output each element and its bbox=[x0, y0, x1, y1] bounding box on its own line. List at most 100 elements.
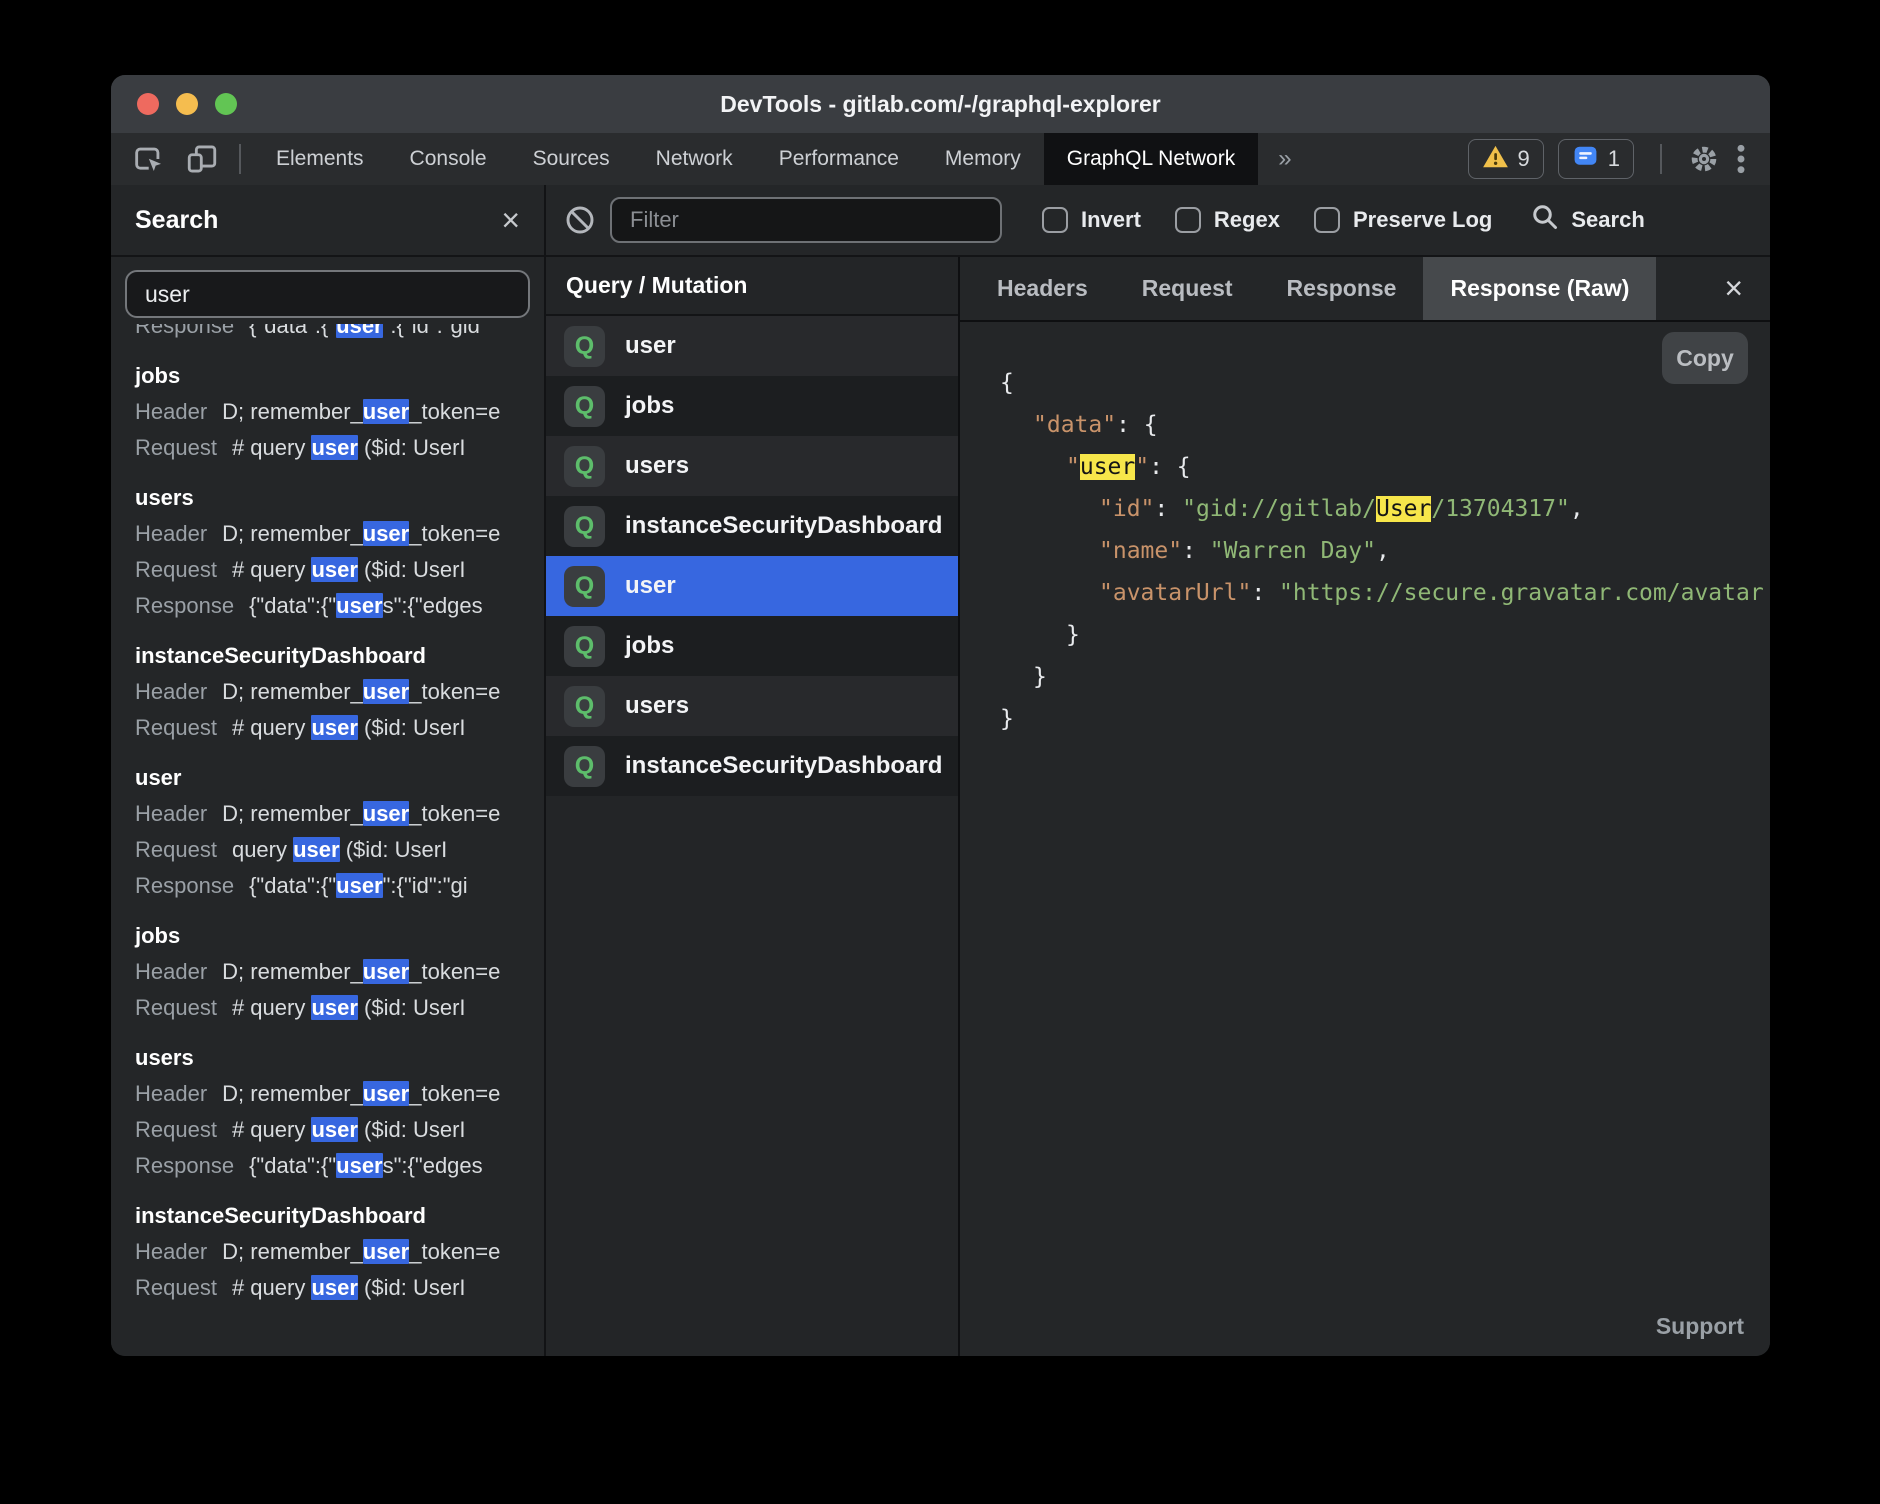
search-result-row[interactable]: HeaderD; remember_user_token=e bbox=[135, 1234, 520, 1270]
search-text-segment: s":{"edges bbox=[383, 593, 483, 618]
query-list-item[interactable]: Qusers bbox=[546, 676, 958, 736]
search-result-label: Header bbox=[135, 679, 207, 704]
query-mutation-header: Query / Mutation bbox=[546, 257, 958, 316]
copy-button[interactable]: Copy bbox=[1662, 332, 1748, 384]
response-tab-response[interactable]: Response bbox=[1260, 257, 1424, 320]
clear-log-icon[interactable] bbox=[564, 204, 596, 236]
tab-sources[interactable]: Sources bbox=[510, 133, 633, 185]
response-tab-response-raw[interactable]: Response (Raw) bbox=[1423, 257, 1656, 320]
search-result-section-title[interactable]: users bbox=[135, 480, 520, 516]
search-match-highlight: user bbox=[311, 995, 357, 1020]
kebab-menu-icon[interactable] bbox=[1734, 143, 1748, 175]
search-result-row[interactable]: HeaderD; remember_user_token=e bbox=[135, 1076, 520, 1112]
search-match-highlight: user bbox=[363, 1081, 409, 1106]
filter-search-button[interactable]: Search bbox=[1530, 202, 1644, 238]
tab-network[interactable]: Network bbox=[633, 133, 756, 185]
search-text-segment: D; remember_ bbox=[222, 1081, 363, 1106]
settings-gear-icon[interactable] bbox=[1688, 143, 1720, 175]
query-list: QuserQjobsQusersQinstanceSecurityDashboa… bbox=[546, 316, 958, 1356]
search-result-section-title[interactable]: instanceSecurityDashboard bbox=[135, 1198, 520, 1234]
search-result-row[interactable]: Response{"data":{"users":{"edges bbox=[135, 588, 520, 624]
search-icon bbox=[1530, 202, 1560, 238]
response-tab-request[interactable]: Request bbox=[1115, 257, 1260, 320]
filter-search-label: Search bbox=[1571, 207, 1644, 233]
search-result-section-title[interactable]: jobs bbox=[135, 918, 520, 954]
search-text-segment: D; remember_ bbox=[222, 1239, 363, 1264]
search-result-text: {"data":{"user":{"id":"gi bbox=[249, 873, 468, 898]
search-result-text: D; remember_user_token=e bbox=[222, 521, 500, 546]
search-result-row[interactable]: HeaderD; remember_user_token=e bbox=[135, 954, 520, 990]
message-icon bbox=[1572, 144, 1599, 174]
json-token: , bbox=[1570, 496, 1584, 522]
checkbox-regex[interactable] bbox=[1175, 207, 1201, 233]
search-result-row[interactable]: Request# query user ($id: UserI bbox=[135, 990, 520, 1026]
search-text-segment: ($id: UserI bbox=[340, 837, 448, 862]
search-result-label: Response bbox=[135, 593, 234, 618]
issues-badge[interactable]: 1 bbox=[1558, 139, 1634, 179]
search-result-section-title[interactable]: jobs bbox=[135, 358, 520, 394]
more-tabs-button[interactable]: » bbox=[1258, 133, 1311, 185]
query-list-item[interactable]: Qjobs bbox=[546, 376, 958, 436]
close-window-button[interactable] bbox=[137, 93, 159, 115]
response-panel-close-icon[interactable]: × bbox=[1697, 257, 1770, 320]
json-token: { bbox=[1000, 370, 1014, 396]
search-input[interactable] bbox=[125, 270, 530, 318]
json-line: "user": { bbox=[1000, 446, 1770, 488]
filter-option-invert[interactable]: Invert bbox=[1042, 207, 1141, 233]
search-result-section-title[interactable]: user bbox=[135, 760, 520, 796]
query-list-item[interactable]: Quser bbox=[546, 316, 958, 376]
filter-input[interactable] bbox=[610, 197, 1002, 243]
search-result-label: Header bbox=[135, 959, 207, 984]
query-list-item[interactable]: QinstanceSecurityDashboard bbox=[546, 496, 958, 556]
query-list-item[interactable]: Qjobs bbox=[546, 616, 958, 676]
tab-memory[interactable]: Memory bbox=[922, 133, 1044, 185]
device-toolbar-icon[interactable] bbox=[185, 142, 219, 176]
query-label: users bbox=[625, 452, 689, 480]
tab-graphql-network[interactable]: GraphQL Network bbox=[1044, 133, 1258, 185]
filter-checkboxes: Invert Regex Preserve Log bbox=[1042, 207, 1492, 233]
inspect-element-icon[interactable] bbox=[131, 142, 165, 176]
tab-elements[interactable]: Elements bbox=[253, 133, 387, 185]
search-result-section-title[interactable]: instanceSecurityDashboard bbox=[135, 638, 520, 674]
search-result-row[interactable]: HeaderD; remember_user_token=e bbox=[135, 674, 520, 710]
search-result-row[interactable]: Response{"data":{"user":{"id":"gid bbox=[135, 324, 520, 344]
search-text-segment: _token=e bbox=[409, 959, 500, 984]
query-list-item[interactable]: QinstanceSecurityDashboard bbox=[546, 736, 958, 796]
search-result-section-title[interactable]: users bbox=[135, 1040, 520, 1076]
tab-console[interactable]: Console bbox=[387, 133, 510, 185]
warning-icon bbox=[1482, 144, 1509, 175]
search-result-row[interactable]: Response{"data":{"user":{"id":"gi bbox=[135, 868, 520, 904]
issues-count: 1 bbox=[1608, 146, 1620, 172]
search-result-row[interactable]: HeaderD; remember_user_token=e bbox=[135, 394, 520, 430]
filter-option-regex[interactable]: Regex bbox=[1175, 207, 1280, 233]
search-text-segment: # query bbox=[232, 1275, 312, 1300]
search-result-row[interactable]: Requestquery user ($id: UserI bbox=[135, 832, 520, 868]
search-result-row[interactable]: Request# query user ($id: UserI bbox=[135, 552, 520, 588]
json-token: " bbox=[1135, 454, 1149, 480]
warnings-badge[interactable]: 9 bbox=[1468, 139, 1544, 179]
response-tab-headers[interactable]: Headers bbox=[970, 257, 1115, 320]
checkbox-preserve-log[interactable] bbox=[1314, 207, 1340, 233]
zoom-window-button[interactable] bbox=[215, 93, 237, 115]
query-label: users bbox=[625, 692, 689, 720]
minimize-window-button[interactable] bbox=[176, 93, 198, 115]
query-list-item[interactable]: Quser bbox=[546, 556, 958, 616]
search-result-row[interactable]: HeaderD; remember_user_token=e bbox=[135, 516, 520, 552]
filter-option-preserve-log[interactable]: Preserve Log bbox=[1314, 207, 1492, 233]
query-list-item[interactable]: Qusers bbox=[546, 436, 958, 496]
search-panel-close-icon[interactable]: × bbox=[501, 204, 520, 236]
search-result-row[interactable]: HeaderD; remember_user_token=e bbox=[135, 796, 520, 832]
search-result-row[interactable]: Request# query user ($id: UserI bbox=[135, 430, 520, 466]
search-text-segment: ($id: UserI bbox=[358, 1275, 466, 1300]
search-result-row[interactable]: Request# query user ($id: UserI bbox=[135, 1270, 520, 1306]
search-result-row[interactable]: Response{"data":{"users":{"edges bbox=[135, 1148, 520, 1184]
search-result-row[interactable]: Request# query user ($id: UserI bbox=[135, 710, 520, 746]
tab-performance[interactable]: Performance bbox=[756, 133, 922, 185]
json-token: : bbox=[1182, 538, 1210, 564]
checkbox-invert[interactable] bbox=[1042, 207, 1068, 233]
search-result-text: D; remember_user_token=e bbox=[222, 801, 500, 826]
json-token: : { bbox=[1149, 454, 1191, 480]
search-result-row[interactable]: Request# query user ($id: UserI bbox=[135, 1112, 520, 1148]
support-link[interactable]: Support bbox=[1656, 1313, 1744, 1340]
search-text-segment: # query bbox=[232, 557, 312, 582]
